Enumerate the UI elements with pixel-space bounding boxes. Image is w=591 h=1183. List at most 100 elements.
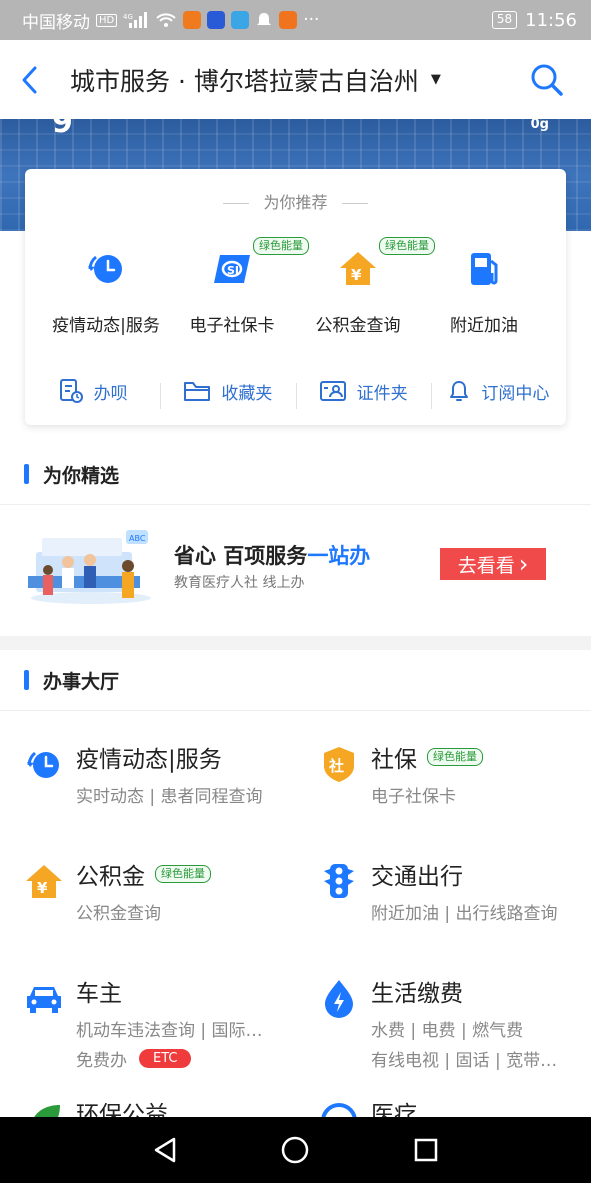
- rec-item-label: 附近加油: [450, 316, 518, 336]
- service-title: 社保 绿色能量: [371, 740, 483, 774]
- service-title-text: 医疗: [371, 1102, 417, 1117]
- clock-refresh-icon: [27, 751, 59, 778]
- car-icon: [27, 987, 61, 1013]
- search-icon[interactable]: [529, 62, 565, 98]
- service-title: 环保公益: [76, 1095, 168, 1117]
- shield-she-icon: 社: [324, 747, 354, 782]
- rec-item-label: 疫情动态|服务: [52, 316, 160, 336]
- service-subtitle-2: 有线电视 | 固话 | 宽带…: [371, 1046, 557, 1071]
- app-header: 城市服务 · 博尔塔拉蒙古自治州 ▼: [0, 40, 591, 119]
- quick-link-subscriptions[interactable]: 订阅中心: [430, 379, 566, 409]
- clock-refresh-icon: [88, 255, 122, 283]
- quick-link-label: 收藏夹: [221, 383, 273, 404]
- chevron-right-icon: ›: [518, 550, 529, 578]
- id-card-icon: [319, 381, 346, 401]
- traffic-light-icon: [324, 864, 354, 898]
- quick-link-id-wallet[interactable]: 证件夹: [295, 379, 431, 409]
- nav-back-icon[interactable]: [150, 1135, 180, 1165]
- section-header-hall: 办事大厅: [0, 655, 591, 705]
- quick-link-label: 办呗: [93, 383, 128, 404]
- service-provident-fund[interactable]: ¥ 公积金 绿色能量 公积金查询: [24, 857, 314, 937]
- leaf-icon: [34, 1105, 60, 1117]
- divider: [0, 504, 591, 505]
- rec-item-epidemic[interactable]: 疫情动态|服务: [41, 241, 171, 336]
- section-title: 办事大厅: [43, 670, 120, 693]
- rec-item-social-card[interactable]: 绿色能量 SI 电子社保卡: [167, 237, 309, 336]
- service-transport[interactable]: 交通出行 附近加油 | 出行线路查询: [319, 857, 591, 937]
- service-epidemic[interactable]: 疫情动态|服务 实时动态 | 患者同程查询: [24, 740, 314, 820]
- quick-link-label: 订阅中心: [481, 383, 550, 404]
- signal-icon: 4G: [123, 12, 148, 28]
- promo-banner[interactable]: ABC 省心 百项服务一站办 教育医疗人社 线上办 去看看 ›: [0, 506, 591, 636]
- more-notifications-icon: ···: [303, 10, 320, 30]
- service-subtitle-2: 免费办 ETC: [76, 1046, 192, 1071]
- document-clock-icon: [59, 379, 83, 403]
- service-car-owner[interactable]: 车主 机动车违法查询 | 国际… 免费办 ETC: [24, 974, 314, 1074]
- service-title: 生活缴费: [371, 974, 463, 1008]
- rec-item-label: 电子社保卡: [189, 316, 275, 336]
- service-subtitle: 电子社保卡: [371, 787, 456, 807]
- go-see-button[interactable]: 去看看 ›: [440, 548, 546, 580]
- folder-icon: [184, 382, 211, 401]
- hd-icon: HD: [96, 13, 118, 27]
- green-energy-tag: 绿色能量: [155, 865, 211, 883]
- service-subtitle: 公积金查询: [76, 904, 161, 924]
- quick-links: 办呗 收藏夹 证件夹 订阅中心: [25, 373, 566, 409]
- service-utility-payment[interactable]: 生活缴费 水费 | 电费 | 燃气费 有线电视 | 固话 | 宽带…: [319, 974, 591, 1074]
- service-title-text: 疫情动态|服务: [76, 747, 222, 773]
- recommend-title: 为你推荐: [25, 189, 566, 213]
- service-title: 公积金 绿色能量: [76, 857, 211, 891]
- city-dropdown-caret[interactable]: ▼: [431, 72, 441, 87]
- service-title: 车主: [76, 974, 122, 1008]
- app-notification-icon: [207, 11, 226, 29]
- quick-link-banbei[interactable]: 办呗: [25, 378, 160, 404]
- service-subtitle-2-text: 免费办: [76, 1051, 127, 1071]
- promo-title: 省心 百项服务一站办: [174, 540, 370, 570]
- svg-text:社: 社: [328, 757, 344, 775]
- promo-title-highlight: 一站办: [307, 544, 371, 568]
- service-title-text: 车主: [76, 981, 122, 1007]
- app-notification-icon: [183, 11, 202, 29]
- fuel-pump-icon: [471, 253, 498, 285]
- service-social-security[interactable]: 社 社保 绿色能量 电子社保卡: [319, 740, 591, 820]
- app-notification-icon: [279, 11, 298, 29]
- service-subtitle: 机动车违法查询 | 国际…: [76, 1021, 263, 1041]
- svg-text:¥: ¥: [351, 266, 362, 284]
- service-environment[interactable]: 环保公益: [24, 1095, 314, 1117]
- service-title-text: 生活缴费: [371, 981, 463, 1007]
- quick-link-favorites[interactable]: 收藏夹: [160, 379, 295, 409]
- service-title: 疫情动态|服务: [76, 740, 222, 774]
- green-energy-tag: 绿色能量: [427, 748, 483, 766]
- service-subtitle: 实时动态 | 患者同程查询: [76, 787, 263, 807]
- lightning-icon: [325, 980, 353, 1018]
- service-title: 医疗: [371, 1095, 417, 1117]
- social-security-card-icon: SI: [214, 255, 250, 283]
- nav-recents-icon[interactable]: [411, 1135, 441, 1165]
- service-subtitle: 附近加油 | 出行线路查询: [371, 904, 558, 924]
- nav-home-icon[interactable]: [280, 1135, 310, 1165]
- illustration-badge: ABC: [129, 534, 146, 543]
- rec-item-label: 公积金查询: [315, 316, 401, 336]
- back-button[interactable]: [0, 40, 60, 119]
- wifi-icon: [156, 13, 176, 27]
- house-yuan-icon: ¥: [26, 865, 62, 898]
- bell-notification-icon: [257, 13, 272, 25]
- title-divider-right: [341, 203, 368, 204]
- service-title-text: 交通出行: [371, 864, 463, 890]
- divider: [0, 710, 591, 711]
- section-title: 为你精选: [43, 464, 120, 487]
- promo-subtitle: 教育医疗人社 线上办: [174, 575, 305, 591]
- service-medical[interactable]: 医疗: [319, 1095, 591, 1117]
- status-bar: 中国移动 HD 4G ··· 58 11:56: [0, 0, 591, 40]
- house-yuan-icon: ¥: [340, 252, 376, 285]
- section-accent-bar: [24, 464, 29, 484]
- clock: 11:56: [525, 9, 577, 31]
- battery-indicator: 58: [491, 11, 518, 29]
- etc-badge[interactable]: ETC: [139, 1049, 192, 1068]
- rec-item-fuel[interactable]: 附近加油: [419, 241, 549, 336]
- service-title-text: 公积金: [76, 864, 145, 890]
- bell-icon: [450, 381, 469, 401]
- system-nav-bar: [0, 1117, 591, 1183]
- page-title[interactable]: 城市服务 · 博尔塔拉蒙古自治州: [70, 62, 419, 98]
- rec-item-provident-fund[interactable]: 绿色能量 ¥ 公积金查询: [293, 237, 435, 336]
